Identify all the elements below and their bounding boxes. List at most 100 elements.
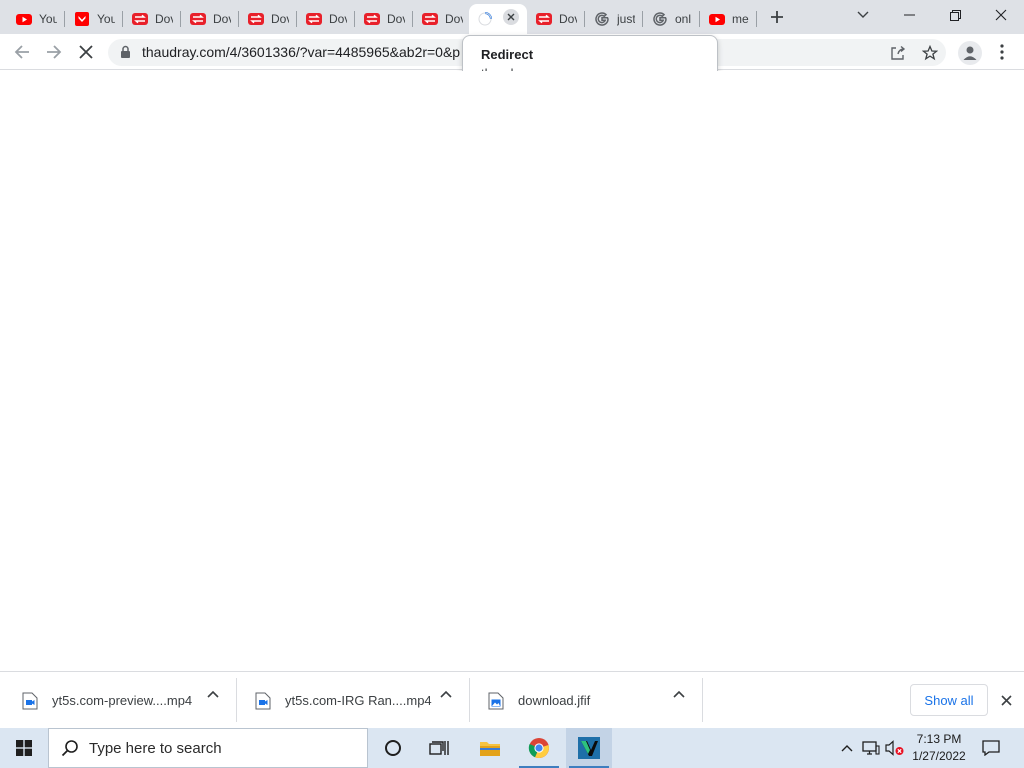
image-file-icon [488, 692, 504, 710]
task-view-button[interactable] [416, 728, 462, 768]
tab-redirect-1[interactable]: Dov [124, 4, 181, 34]
video-editor-icon [577, 736, 601, 760]
restore-icon [949, 9, 961, 21]
video-editor-taskbar-button[interactable] [566, 728, 612, 768]
redirect-icon [132, 11, 148, 27]
search-icon [61, 739, 79, 757]
youtube-bookmark-icon [74, 11, 90, 27]
redirect-icon [422, 11, 438, 27]
address-url[interactable]: thaudray.com/4/3601336/?var=4485965&ab2r… [142, 44, 472, 60]
close-icon [1000, 694, 1012, 706]
chevron-up-icon [841, 744, 853, 752]
tab-redirect-6[interactable]: Dov [414, 4, 469, 34]
google-icon [594, 11, 610, 27]
taskbar-search-box[interactable]: Type here to search [48, 728, 368, 768]
notification-icon [982, 740, 1000, 756]
chrome-icon [528, 737, 550, 759]
close-window-button[interactable] [978, 0, 1024, 30]
windows-logo-icon [16, 740, 32, 756]
tab-label: Dov [329, 12, 347, 26]
file-explorer-button[interactable] [467, 728, 513, 768]
search-placeholder: Type here to search [89, 739, 222, 757]
download-item[interactable]: download.jfif [488, 678, 668, 723]
network-icon [862, 740, 880, 756]
hover-card-title: Redirect [481, 47, 534, 62]
youtube-icon [709, 11, 725, 27]
volume-muted-icon [885, 740, 905, 756]
tab-label: just [617, 12, 635, 26]
tab-google-2[interactable]: onl [644, 4, 700, 34]
folder-icon [479, 739, 501, 757]
tab-label: Dov [445, 12, 463, 26]
download-options-button[interactable] [438, 686, 454, 702]
close-download-shelf-button[interactable] [996, 690, 1016, 710]
download-options-button[interactable] [671, 686, 687, 702]
volume-button[interactable] [885, 738, 905, 758]
chrome-taskbar-button[interactable] [516, 728, 562, 768]
share-icon[interactable] [888, 43, 908, 63]
page-content [0, 71, 1024, 671]
minimize-icon [903, 14, 915, 16]
network-button[interactable] [861, 738, 881, 758]
download-shelf: yt5s.com-preview....mp4 yt5s.com-IRG Ran… [0, 671, 1024, 728]
tab-youtube-1[interactable]: You [8, 4, 65, 34]
show-hidden-icons-button[interactable] [837, 738, 857, 758]
tab-youtube-3[interactable]: me [701, 4, 757, 34]
tab-youtube-2[interactable]: You [66, 4, 123, 34]
tab-redirect-3[interactable]: Dov [240, 4, 297, 34]
cortana-button[interactable] [370, 728, 416, 768]
close-icon [507, 13, 515, 21]
chevron-up-icon [207, 690, 219, 698]
restore-button[interactable] [932, 0, 978, 30]
chevron-down-icon [857, 11, 869, 19]
tab-redirect-7[interactable]: Dov [528, 4, 585, 34]
chevron-up-icon [673, 690, 685, 698]
download-filename: yt5s.com-IRG Ran....mp4 [285, 693, 432, 708]
minimize-button[interactable] [886, 0, 932, 30]
star-icon[interactable] [920, 43, 940, 63]
tab-label: You [39, 12, 57, 26]
tab-close-button[interactable] [503, 9, 519, 25]
back-button[interactable] [8, 38, 36, 66]
tab-google-1[interactable]: just [586, 4, 643, 34]
forward-button[interactable] [40, 38, 68, 66]
loading-spinner-icon [477, 11, 493, 27]
tab-strip: You You Dov Dov Dov Dov Dov Dov [0, 0, 1024, 34]
tab-label: Dov [271, 12, 289, 26]
plus-icon [770, 10, 784, 24]
tab-redirect-5[interactable]: Dov [356, 4, 413, 34]
tab-redirect-2[interactable]: Dov [182, 4, 239, 34]
profile-button[interactable] [958, 41, 982, 65]
redirect-icon [536, 11, 552, 27]
arrow-left-icon [14, 44, 30, 60]
tab-label: Dov [559, 12, 577, 26]
stop-loading-button[interactable] [72, 38, 100, 66]
tab-label: Dov [155, 12, 173, 26]
tab-redirect-4[interactable]: Dov [298, 4, 355, 34]
tab-search-button[interactable] [840, 0, 886, 30]
show-all-downloads-button[interactable]: Show all [910, 684, 988, 716]
start-button[interactable] [0, 728, 48, 768]
cortana-circle-icon [384, 739, 402, 757]
avatar-icon [961, 44, 979, 62]
taskbar-clock[interactable]: 7:13 PM 1/27/2022 [906, 731, 972, 765]
download-item[interactable]: yt5s.com-preview....mp4 [22, 678, 232, 723]
clock-date: 1/27/2022 [912, 749, 966, 763]
task-view-icon [429, 740, 449, 756]
redirect-icon [306, 11, 322, 27]
arrow-right-icon [46, 44, 62, 60]
clock-time: 7:13 PM [916, 732, 962, 746]
download-filename: yt5s.com-preview....mp4 [52, 693, 193, 708]
video-file-icon [22, 692, 38, 710]
new-tab-button[interactable] [765, 6, 789, 28]
kebab-menu-icon [1000, 44, 1004, 60]
chevron-up-icon [440, 690, 452, 698]
tab-label: Dov [387, 12, 405, 26]
close-icon [995, 9, 1007, 21]
browser-menu-button[interactable] [992, 42, 1012, 62]
action-center-button[interactable] [980, 737, 1002, 759]
download-options-button[interactable] [205, 686, 221, 702]
windows-taskbar: Type here to search 7:13 PM 1/27/2022 [0, 728, 1024, 768]
tab-label: onl [675, 12, 692, 26]
download-item[interactable]: yt5s.com-IRG Ran....mp4 [255, 678, 465, 723]
